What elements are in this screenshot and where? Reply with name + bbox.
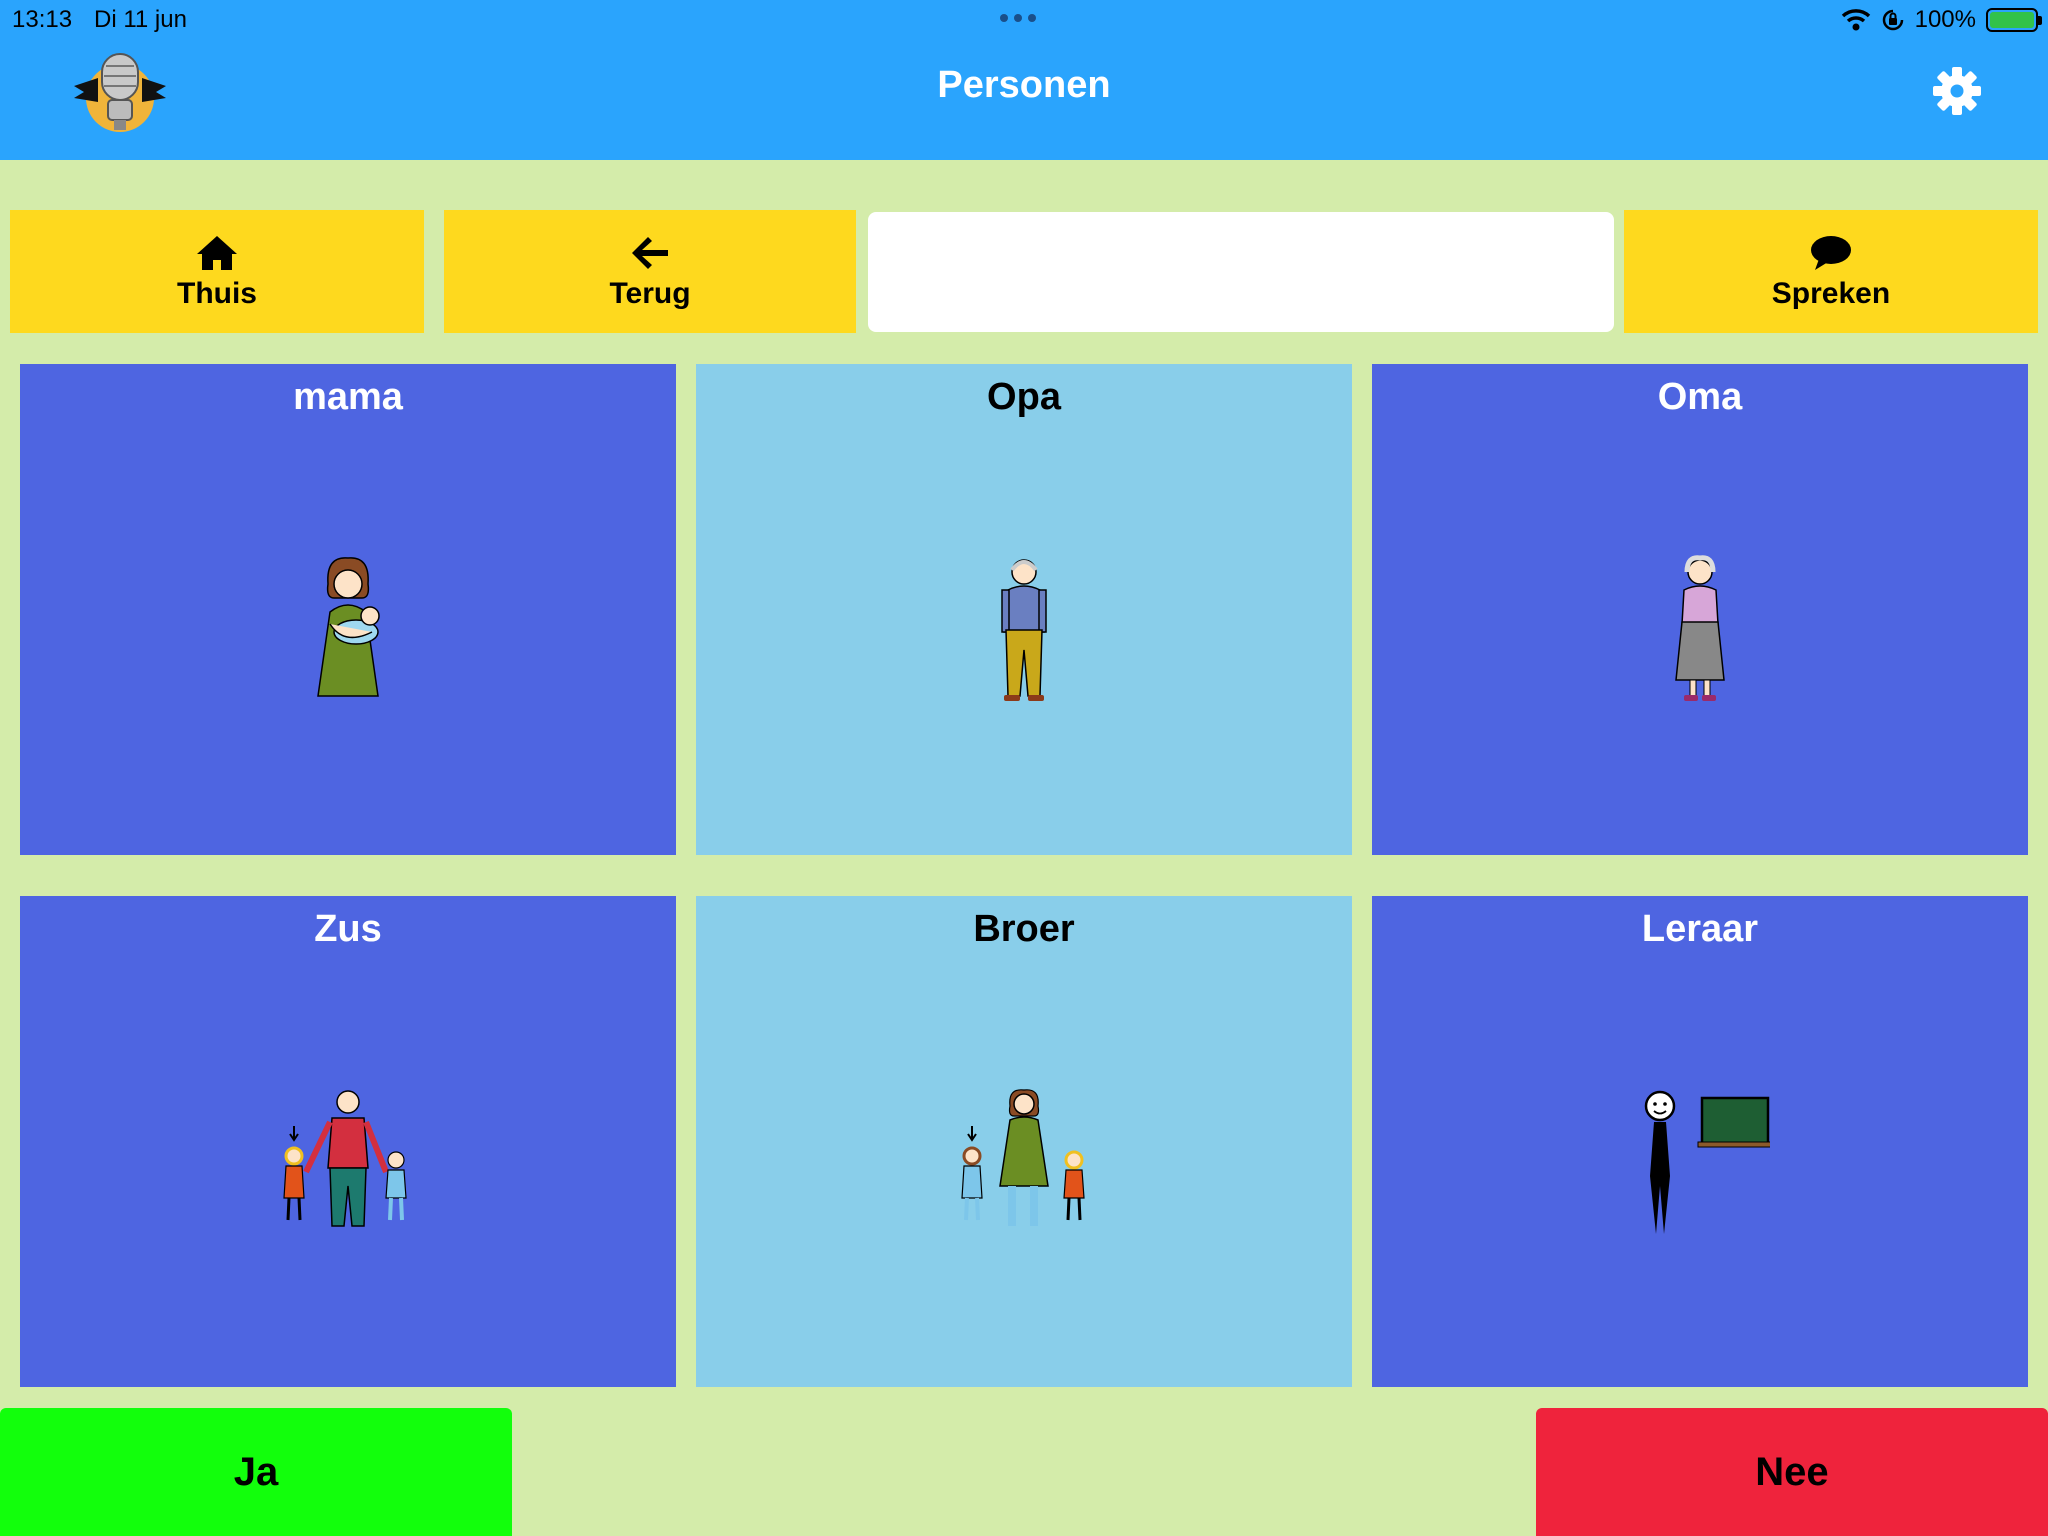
tile-label: Zus [314,908,382,950]
grandfather-icon [1001,559,1047,701]
tile-label: Broer [973,908,1075,950]
back-button-label: Terug [609,276,691,310]
home-button-label: Thuis [177,276,257,310]
tile-broer[interactable]: Broer [696,896,1352,1387]
tile-zus[interactable]: Zus [20,896,676,1387]
status-date: Di 11 jun [94,6,187,33]
tile-opa[interactable]: Opa [696,364,1352,855]
arrow-left-icon [632,236,668,269]
status-indicators: 100% [1841,4,2042,36]
tile-label: mama [293,376,403,418]
app-header: 13:13 Di 11 jun 100% Personen [0,0,2048,160]
brother-icon [961,1089,1085,1226]
no-button[interactable]: Nee [1536,1408,2048,1536]
yes-button[interactable]: Ja [0,1408,512,1536]
sister-icon [283,1090,407,1227]
tile-label: Leraar [1641,908,1759,950]
settings-gear-icon[interactable] [1932,66,1982,116]
speak-button[interactable]: Spreken [1624,210,2038,333]
tile-label: Oma [1657,376,1743,418]
battery-icon [1986,8,2042,32]
orientation-lock-icon [1882,9,1903,31]
home-icon [197,235,237,270]
mother-baby-icon [317,557,380,697]
message-bar[interactable] [868,212,1614,332]
page-title: Personen [937,64,1111,106]
back-button[interactable]: Terug [444,210,856,333]
tile-oma[interactable]: Oma [1372,364,2028,855]
speak-button-label: Spreken [1771,276,1891,310]
grandmother-icon [1675,555,1725,701]
status-time: 13:13 [12,6,73,33]
speech-bubble-icon [1811,235,1851,270]
home-button[interactable]: Thuis [10,210,424,333]
multitasking-dots-icon[interactable] [1000,8,1048,28]
tile-mama[interactable]: mama [20,364,676,855]
wifi-icon [1841,9,1870,31]
tile-leraar[interactable]: Leraar [1372,896,2028,1387]
battery-percentage: 100% [1914,6,1976,33]
tile-label: Opa [987,376,1061,418]
teacher-icon [1644,1090,1770,1234]
